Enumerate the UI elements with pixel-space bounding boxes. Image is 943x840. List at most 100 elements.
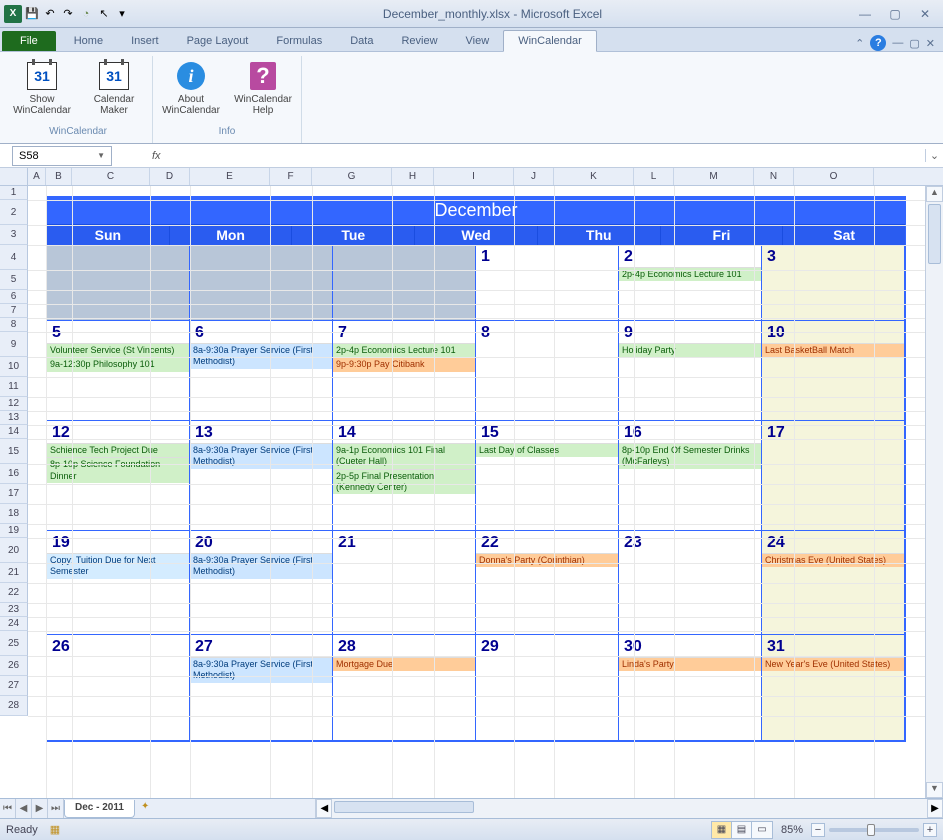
file-tab[interactable]: File [2,31,56,51]
calendar-event[interactable]: Linda's Party [619,657,761,671]
calendar-event[interactable]: 8a-9:30a Prayer Service (First Methodist… [190,343,332,369]
calendar-event[interactable]: Donna's Party (Corinthian) [476,553,618,567]
row-header[interactable]: 1 [0,186,28,200]
row-header[interactable]: 26 [0,656,28,676]
minimize-ribbon-icon[interactable]: ⌃ [855,37,864,50]
tab-insert[interactable]: Insert [117,31,173,51]
calendar-cell[interactable]: 72p-4p Economics Lecture 1019p-9:30p Pay… [333,321,476,421]
new-sheet-icon[interactable]: ✦ [135,799,155,818]
calendar-cell[interactable]: 278a-9:30a Prayer Service (First Methodi… [190,635,333,741]
minimize-button[interactable]: — [855,7,875,21]
calendar-event[interactable]: 2p-4p Economics Lecture 101 [333,343,475,357]
formula-expand-icon[interactable]: ⌄ [925,149,943,162]
page-break-view-button[interactable]: ▭ [752,822,772,838]
row-header[interactable]: 2 [0,200,28,225]
tab-nav-next-icon[interactable]: ▶ [32,799,48,818]
row-header[interactable]: 19 [0,524,28,538]
show-wincalendar-button[interactable]: 31 Show WinCalendar [12,58,72,116]
row-header[interactable]: 22 [0,583,28,603]
calendar-event[interactable]: Schience Tech Project Due [47,443,189,457]
scroll-up-icon[interactable]: ▲ [926,186,943,202]
zoom-out-button[interactable]: − [811,823,825,837]
calendar-event[interactable]: New Year's Eve (United States) [762,657,904,671]
column-header[interactable]: J [514,168,554,185]
qat-dropdown-icon[interactable]: ▾ [114,6,130,22]
calendar-event[interactable]: 8a-9:30a Prayer Service (First Methodist… [190,443,332,469]
column-header[interactable]: H [392,168,434,185]
row-header[interactable]: 24 [0,617,28,631]
calendar-maker-button[interactable]: 31 Calendar Maker [84,58,144,116]
row-header[interactable]: 11 [0,377,28,397]
calendar-cell[interactable]: 138a-9:30a Prayer Service (First Methodi… [190,421,333,531]
row-header[interactable]: 17 [0,484,28,504]
row-header[interactable]: 27 [0,676,28,696]
calendar-cell[interactable]: 19Copy: Tuition Due for Next Semester [47,531,190,635]
wincalendar-help-button[interactable]: ? WinCalendar Help [233,58,293,116]
column-header[interactable]: M [674,168,754,185]
pointer-icon[interactable]: ↖ [96,6,112,22]
column-header[interactable]: I [434,168,514,185]
calendar-cell[interactable]: 28Mortgage Due [333,635,476,741]
calendar-cell[interactable] [190,245,333,321]
column-header[interactable]: K [554,168,634,185]
save-icon[interactable]: 💾 [24,6,40,22]
column-header[interactable]: G [312,168,392,185]
calendar-cell[interactable]: 9Holiday Party [619,321,762,421]
calendar-cell[interactable] [47,245,190,321]
column-header[interactable]: F [270,168,312,185]
tab-view[interactable]: View [452,31,504,51]
name-box[interactable]: S58 ▼ [12,146,112,166]
scroll-thumb[interactable] [928,204,941,264]
row-header[interactable]: 14 [0,425,28,439]
formula-input[interactable] [171,144,925,167]
tab-formulas[interactable]: Formulas [262,31,336,51]
row-header[interactable]: 5 [0,270,28,290]
fx-label[interactable]: fx [142,150,171,162]
calendar-cell[interactable]: 208a-9:30a Prayer Service (First Methodi… [190,531,333,635]
column-header[interactable]: N [754,168,794,185]
row-header[interactable]: 7 [0,304,28,318]
row-header[interactable]: 21 [0,563,28,583]
about-wincalendar-button[interactable]: i About WinCalendar [161,58,221,116]
row-header[interactable]: 18 [0,504,28,524]
sheet-content[interactable]: December SunMonTueWedThuFriSat 122p-4p E… [28,186,925,798]
calendar-event[interactable]: 9a-1p Economics 101 Final (Cueter Hall) [333,443,475,469]
calendar-event[interactable]: 8a-9:30a Prayer Service (First Methodist… [190,553,332,579]
zoom-slider[interactable]: − + [811,823,937,837]
column-header[interactable]: O [794,168,874,185]
calendar-cell[interactable]: 3 [762,245,905,321]
column-header[interactable]: D [150,168,190,185]
calendar-cell[interactable]: 1 [476,245,619,321]
chevron-down-icon[interactable]: ▼ [97,151,105,160]
column-header[interactable]: A [28,168,46,185]
row-header[interactable]: 28 [0,696,28,716]
calendar-cell[interactable]: 68a-9:30a Prayer Service (First Methodis… [190,321,333,421]
calendar-event[interactable]: Mortgage Due [333,657,475,671]
row-header[interactable]: 8 [0,318,28,332]
calendar-event[interactable]: 2p-4p Economics Lecture 101 [619,267,761,281]
calendar-event[interactable]: 2p-5p Final Presentation (Kennedy Center… [333,469,475,495]
row-header[interactable]: 3 [0,225,28,245]
calendar-event[interactable]: Last BasketBall Match [762,343,904,357]
calendar-cell[interactable]: 12Schience Tech Project Due8p-10p Scienc… [47,421,190,531]
workbook-restore-icon[interactable]: ▢ [909,37,919,50]
calendar-cell[interactable]: 168p-10p End Of Semester Drinks (McFarle… [619,421,762,531]
macro-record-icon[interactable]: ▦ [50,823,60,836]
normal-view-button[interactable]: ▦ [712,822,732,838]
select-all-corner[interactable] [0,168,28,185]
horizontal-scrollbar[interactable]: ◀ ▶ [315,799,943,818]
column-header[interactable]: E [190,168,270,185]
maximize-button[interactable]: ▢ [885,7,905,21]
tab-nav-prev-icon[interactable]: ◀ [16,799,32,818]
calendar-event[interactable]: 9p-9:30p Pay Citibank [333,357,475,371]
calendar-cell[interactable]: 23 [619,531,762,635]
row-header[interactable]: 4 [0,245,28,270]
tab-home[interactable]: Home [60,31,117,51]
calendar-cell[interactable]: 149a-1p Economics 101 Final (Cueter Hall… [333,421,476,531]
row-header[interactable]: 13 [0,411,28,425]
calendar-event[interactable]: 9a-12:30p Philosophy 101 [47,357,189,371]
calendar-cell[interactable]: 26 [47,635,190,741]
vertical-scrollbar[interactable]: ▲ ▼ [925,186,943,798]
row-header[interactable]: 25 [0,631,28,656]
workbook-close-icon[interactable]: ✕ [926,37,935,50]
